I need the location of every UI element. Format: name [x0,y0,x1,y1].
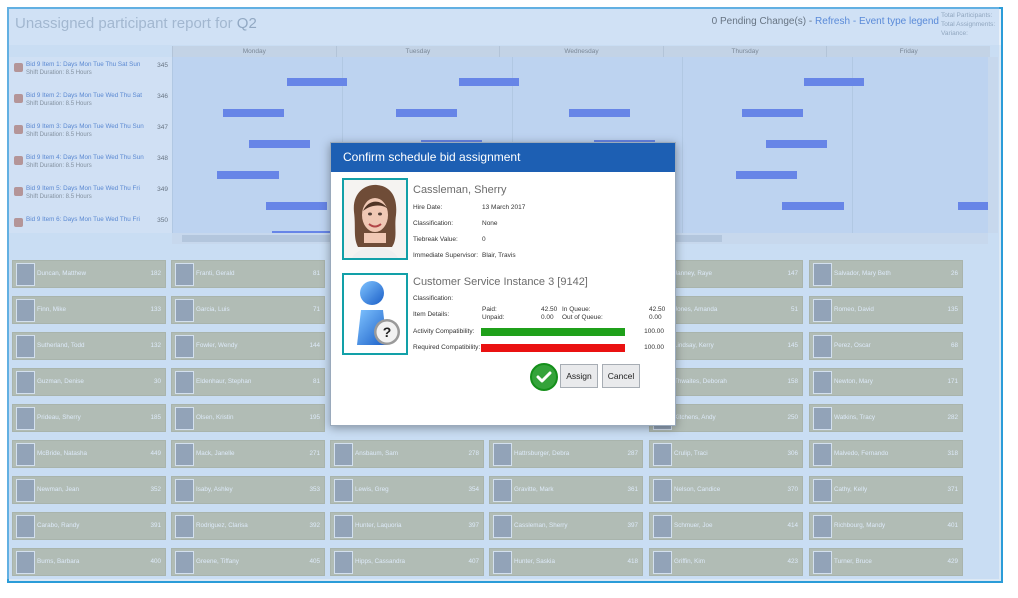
paid-label: Paid: [482,306,497,313]
unpaid-label: Unpaid: [482,314,505,321]
out-of-queue-value: 0.00 [649,314,662,321]
hire-date-label: Hire Date: [413,204,443,211]
activity-compatibility-value: 100.00 [644,328,664,335]
classification-value: None [482,220,498,227]
participant-photo [342,178,408,260]
paid-value: 42.50 [541,306,558,313]
check-icon [530,363,558,391]
checkmark-glyph [536,371,552,383]
cancel-button[interactable]: Cancel [602,364,640,388]
activity-compatibility-bar [481,328,625,336]
assign-button[interactable]: Assign [560,364,598,388]
person-photo-icon [344,180,406,258]
participant-name: Cassleman, Sherry [413,184,507,196]
user-question-icon: ? [357,281,400,345]
activity-compatibility-label: Activity Compatibility: [413,328,475,335]
queue-name: Customer Service Instance 3 [9142] [413,276,588,288]
item-details-label: Item Details: [413,311,450,318]
out-of-queue-label: Out of Queue: [562,314,603,321]
required-compatibility-value: 100.00 [644,344,664,351]
supervisor-label: Immediate Supervisor: [413,252,479,259]
required-compatibility-label: Required Compatibility: [413,344,481,351]
classification-label: Classification: [413,220,454,227]
tiebreak-value: 0 [482,236,486,243]
in-queue-label: In Queue: [562,306,591,313]
queue-classification-label: Classification: [413,295,454,302]
confirm-bid-dialog: Confirm schedule bid assignment Casslema… [330,142,676,426]
tiebreak-label: Tiebreak Value: [413,236,458,243]
in-queue-value: 42.50 [649,306,666,313]
required-compatibility-bar [481,344,625,352]
supervisor-value: Blair, Travis [482,252,516,259]
svg-text:?: ? [383,324,392,340]
hire-date-value: 13 March 2017 [482,204,526,211]
dialog-title: Confirm schedule bid assignment [331,143,675,172]
unpaid-value: 0.00 [541,314,554,321]
queue-image: ? [342,273,408,355]
